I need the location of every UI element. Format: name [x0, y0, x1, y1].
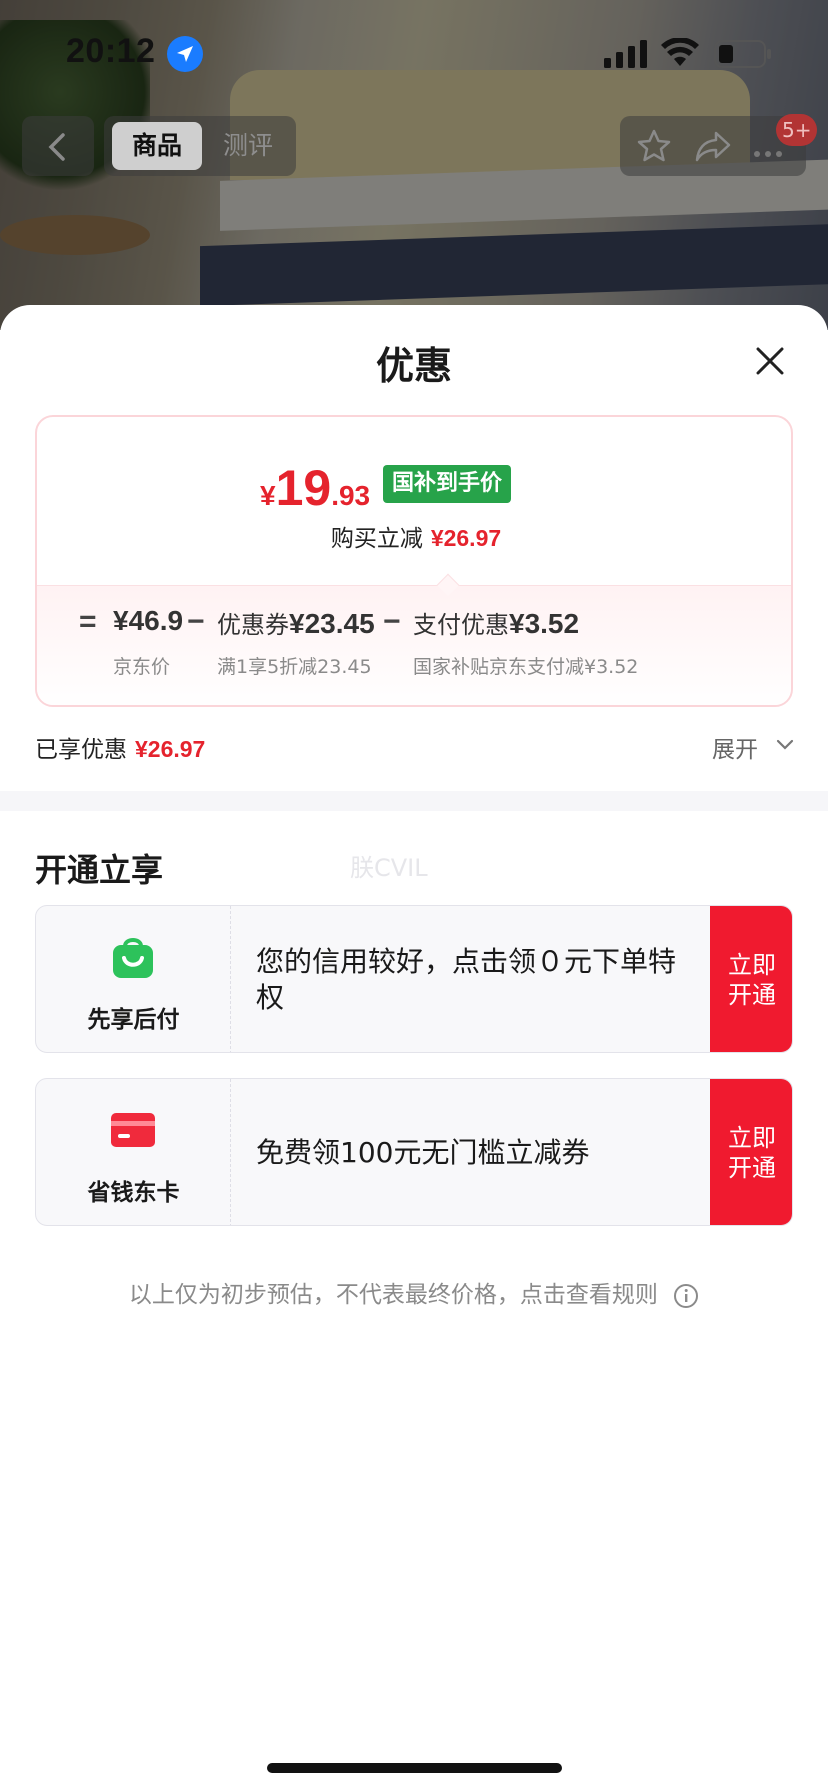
location-arrow-icon	[167, 36, 203, 72]
tab-review[interactable]: 测评	[208, 122, 288, 170]
enjoyed-discount: 已享优惠 ¥26.97	[35, 736, 206, 763]
star-icon[interactable]	[636, 128, 672, 164]
shopping-bag-icon	[113, 938, 153, 978]
offer-card[interactable]: 先享后付 您的信用较好，点击领０元下单特权 立即开通	[35, 905, 793, 1053]
home-indicator[interactable]	[267, 1763, 562, 1773]
section-title: 开通立享	[35, 851, 164, 889]
jd-price-value: ¥46.9	[113, 605, 184, 636]
watermark: 朕CVIL	[350, 854, 428, 882]
notification-badge: 5+	[776, 114, 818, 146]
offer-desc: 您的信用较好，点击领０元下单特权	[256, 945, 677, 1014]
payment-discount-desc: 国家补贴京东支付减¥3.52	[413, 656, 639, 678]
offer-name: 先享后付	[87, 1007, 180, 1033]
sheet-title: 优惠	[375, 344, 452, 388]
info-icon[interactable]	[673, 1283, 699, 1309]
equals-sign: =	[79, 605, 97, 638]
minus-sign: −	[383, 605, 401, 638]
back-button[interactable]	[22, 116, 94, 176]
jd-price-label: 京东价	[113, 656, 171, 678]
activate-button[interactable]: 立即开通	[710, 906, 792, 1052]
offer-card[interactable]: 省钱东卡 免费领100元无门槛立减券 立即开通	[35, 1078, 793, 1226]
battery-icon	[714, 40, 771, 68]
chevron-left-icon	[48, 133, 65, 161]
coupon-value: 优惠券¥23.45	[217, 608, 375, 639]
card-icon	[111, 1113, 155, 1147]
status-bar: 20:12	[0, 0, 828, 100]
activate-button[interactable]: 立即开通	[710, 1079, 792, 1225]
coupon-desc: 满1享5折减23.45	[217, 656, 372, 678]
instant-discount: 购买立减 ¥26.97	[330, 525, 502, 552]
final-price: ¥19.93	[260, 460, 371, 516]
nav-tabs: 商品 测评	[104, 116, 296, 176]
payment-discount-value: 支付优惠¥3.52	[413, 608, 580, 639]
offer-name: 省钱东卡	[87, 1180, 180, 1206]
wifi-icon	[661, 38, 699, 66]
disclaimer-note[interactable]: 以上仅为初步预估，不代表最终价格，点击查看规则	[0, 1275, 828, 1309]
tab-goods[interactable]: 商品	[112, 122, 202, 170]
status-time: 20:12	[66, 32, 156, 70]
minus-sign: −	[187, 605, 205, 638]
share-icon[interactable]	[694, 128, 732, 164]
divider	[0, 791, 828, 811]
close-icon[interactable]	[750, 341, 790, 381]
price-card: ¥19.93 国补到手价 购买立减 ¥26.97 = ¥46.9 京东价 − 优惠…	[35, 415, 793, 707]
subsidy-price-badge: 国补到手价	[383, 465, 512, 503]
offer-desc: 免费领100元无门槛立减券	[256, 1136, 590, 1169]
cellular-signal-icon	[604, 40, 647, 68]
chevron-down-icon[interactable]	[776, 739, 794, 751]
discount-sheet: 优惠 ¥19.93 国补到手价 购买立减 ¥26.97 = ¥46.9 京东价 −…	[0, 305, 828, 1792]
expand-button[interactable]: 展开	[712, 730, 758, 764]
